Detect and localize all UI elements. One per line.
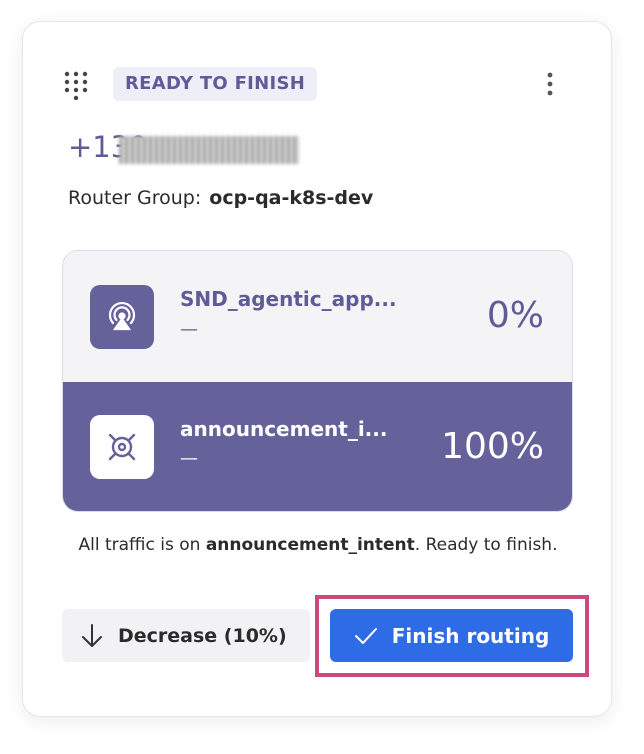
route-subtitle: — xyxy=(180,448,198,469)
route-percent: 100% xyxy=(441,426,544,467)
more-options-icon[interactable] xyxy=(541,70,559,100)
signal-broadcast-icon xyxy=(90,285,154,349)
router-group: Router Group: ocp-qa-k8s-dev xyxy=(68,187,373,209)
decrease-button-label: Decrease (10%) xyxy=(118,624,287,647)
arrow-down-icon xyxy=(82,623,102,647)
finish-routing-label: Finish routing xyxy=(391,623,550,648)
status-suffix: . Ready to finish. xyxy=(414,535,558,555)
route-item-announcement[interactable]: announcement_i... — 100% xyxy=(63,382,572,511)
route-percent: 0% xyxy=(486,295,544,336)
status-target: announcement_intent xyxy=(205,535,415,555)
finish-routing-button[interactable]: Finish routing xyxy=(330,609,573,662)
status-badge: READY TO FINISH xyxy=(113,67,318,101)
target-crosshair-icon xyxy=(90,415,154,479)
routing-card: READY TO FINISH +130 Router Group: ocp-qa… xyxy=(22,21,612,717)
drag-handle-icon[interactable] xyxy=(63,70,93,100)
route-list: SND_agentic_app... — 0% announcement_i..… xyxy=(62,250,573,512)
route-name: SND_agentic_app... xyxy=(180,287,397,311)
checkmark-icon xyxy=(354,627,377,644)
route-name: announcement_i... xyxy=(180,417,388,441)
route-item-snd-agentic[interactable]: SND_agentic_app... — 0% xyxy=(63,251,572,382)
router-group-value: ocp-qa-k8s-dev xyxy=(209,187,374,209)
status-prefix: All traffic is on xyxy=(78,535,206,555)
decrease-button[interactable]: Decrease (10%) xyxy=(62,609,310,662)
router-group-label: Router Group: xyxy=(68,187,202,209)
route-subtitle: — xyxy=(180,319,198,340)
status-message: All traffic is on announcement_intent. R… xyxy=(78,531,558,560)
redacted-phone-digits xyxy=(119,136,299,164)
